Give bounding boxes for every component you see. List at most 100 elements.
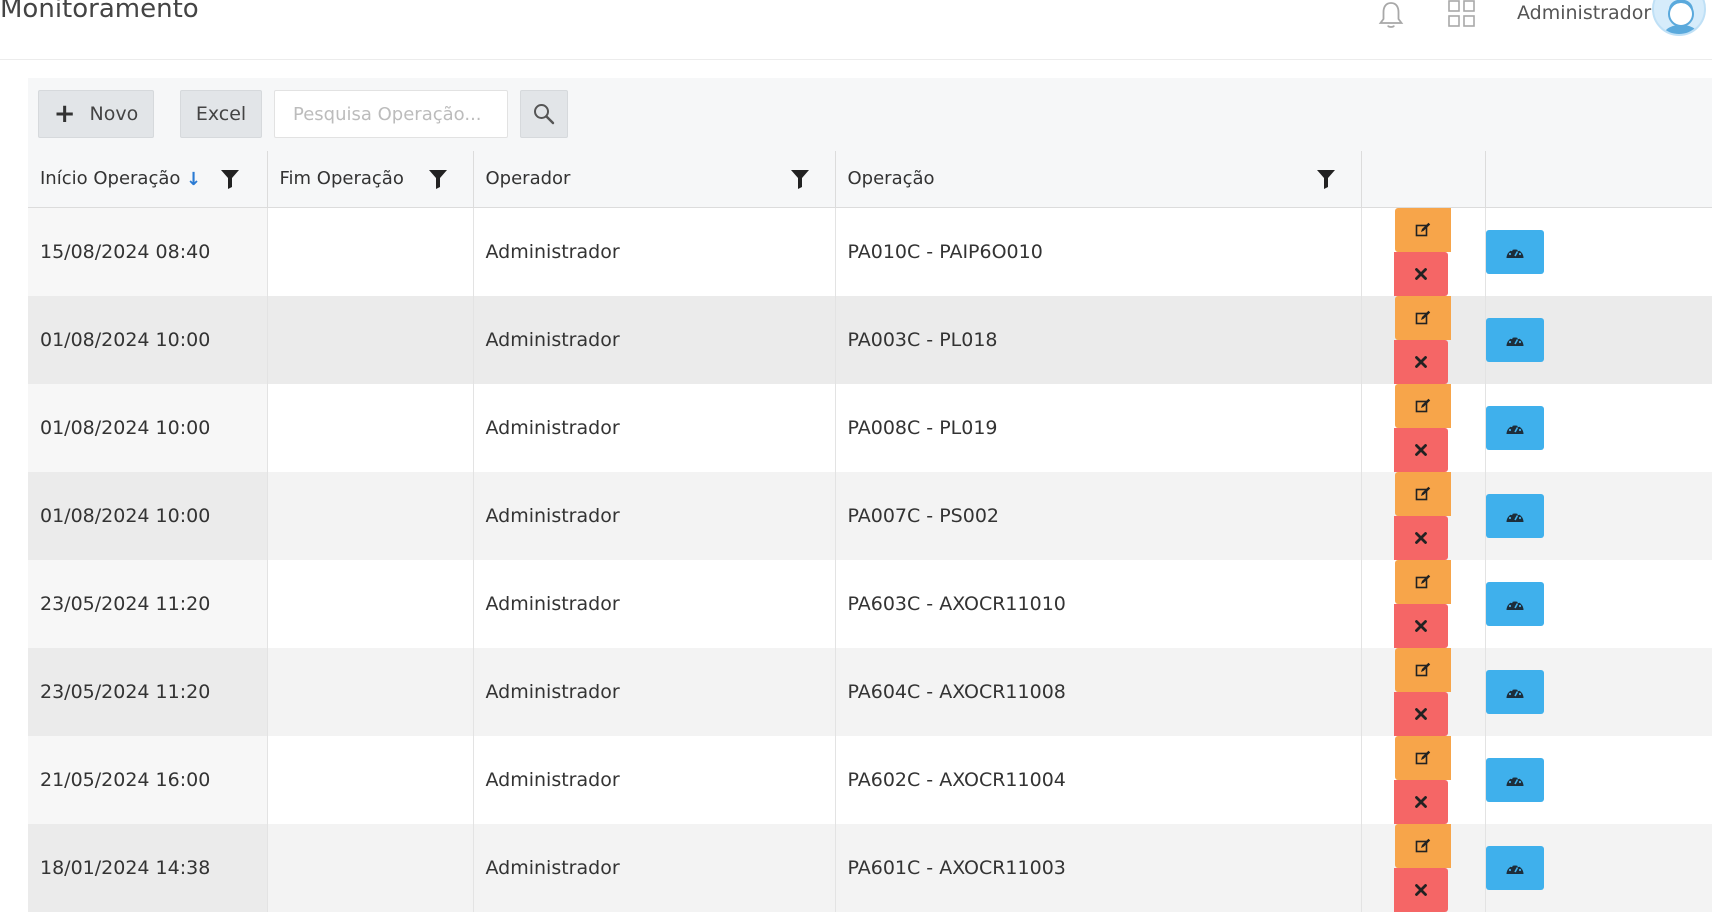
close-icon [1415,355,1427,368]
table-row[interactable]: 01/08/2024 10:00 Administrador PA007C - … [28,471,1712,560]
dashboard-button[interactable] [1485,669,1544,714]
cell-actions [1361,295,1486,384]
close-icon [1415,707,1427,720]
close-icon [1415,267,1427,280]
dashboard-button[interactable] [1485,405,1544,450]
table-row[interactable]: 01/08/2024 10:00 Administrador PA003C - … [28,295,1712,384]
cell-inicio: 18/01/2024 14:38 [28,823,268,912]
filter-icon[interactable] [790,168,810,190]
cell-dashboard [1485,735,1712,824]
cell-fim [267,471,474,560]
bell-icon [1378,2,1404,28]
column-header-operacao[interactable]: Operação [835,151,1362,208]
excel-button[interactable]: Excel [180,90,262,138]
table-row[interactable]: 21/05/2024 16:00 Administrador PA602C - … [28,735,1712,824]
filter-icon[interactable] [1316,168,1336,190]
edit-button[interactable] [1395,471,1451,516]
table-row[interactable]: 23/05/2024 11:20 Administrador PA603C - … [28,559,1712,648]
dashboard-button[interactable] [1485,317,1544,362]
cell-fim [267,823,474,912]
dashboard-icon [1506,422,1524,434]
edit-button[interactable] [1395,295,1451,340]
cell-dashboard [1485,471,1712,560]
table-row[interactable]: 15/08/2024 08:40 Administrador PA010C - … [28,207,1712,296]
dashboard-icon [1506,510,1524,522]
delete-button[interactable] [1394,515,1448,560]
top-bar: Monitoramento Administrador [0,0,1712,60]
close-icon [1415,443,1427,456]
cell-operacao: PA010C - PAIP6O010 [835,207,1362,296]
cell-actions [1361,207,1486,296]
delete-button[interactable] [1394,251,1448,296]
cell-operacao: PA601C - AXOCR11003 [835,823,1362,912]
column-header-inicio[interactable]: Início Operação ↓ [28,151,268,208]
dashboard-button[interactable] [1485,229,1544,274]
search-input[interactable] [274,90,508,138]
delete-button[interactable] [1394,691,1448,736]
grid-icon [1448,0,1475,27]
cell-fim [267,207,474,296]
delete-button[interactable] [1394,339,1448,384]
cell-actions [1361,823,1486,912]
cell-dashboard [1485,207,1712,296]
dashboard-icon [1506,334,1524,346]
dashboard-button[interactable] [1485,493,1544,538]
column-header-operador[interactable]: Operador [473,151,836,208]
cell-dashboard [1485,295,1712,384]
close-icon [1415,883,1427,896]
table-row[interactable]: 23/05/2024 11:20 Administrador PA604C - … [28,647,1712,736]
cell-fim [267,383,474,472]
close-icon [1415,619,1427,632]
edit-button[interactable] [1395,207,1451,252]
delete-button[interactable] [1394,427,1448,472]
cell-operacao: PA007C - PS002 [835,471,1362,560]
monitoring-panel: + Novo Excel Início Operação [28,78,1712,912]
table-body: 15/08/2024 08:40 Administrador PA010C - … [28,207,1712,912]
edit-icon [1415,398,1431,412]
cell-inicio: 01/08/2024 10:00 [28,471,268,560]
filter-icon[interactable] [428,168,448,190]
apps-button[interactable] [1448,0,1476,28]
column-header-fim[interactable]: Fim Operação [267,151,474,208]
column-header-label: Fim Operação [279,168,404,190]
dashboard-button[interactable] [1485,757,1544,802]
dashboard-button[interactable] [1485,581,1544,626]
edit-button[interactable] [1395,559,1451,604]
delete-button[interactable] [1394,867,1448,912]
edit-button[interactable] [1395,383,1451,428]
edit-button[interactable] [1395,735,1451,780]
delete-button[interactable] [1394,603,1448,648]
cell-operador: Administrador [473,559,836,648]
user-name[interactable]: Administrador [1517,2,1651,24]
cell-fim [267,735,474,824]
page-title: Monitoramento [0,0,199,24]
excel-button-label: Excel [195,103,247,125]
sort-descending-icon[interactable]: ↓ [186,169,201,190]
notification-button[interactable] [1377,0,1405,30]
cell-operacao: PA003C - PL018 [835,295,1362,384]
cell-inicio: 23/05/2024 11:20 [28,647,268,736]
table-row[interactable]: 01/08/2024 10:00 Administrador PA008C - … [28,383,1712,472]
table-row[interactable]: 18/01/2024 14:38 Administrador PA601C - … [28,823,1712,912]
avatar[interactable] [1652,0,1706,36]
new-button[interactable]: + Novo [38,90,154,138]
cell-dashboard [1485,383,1712,472]
edit-button[interactable] [1395,823,1451,868]
column-header-label: Operador [485,168,571,190]
dashboard-button[interactable] [1485,845,1544,890]
edit-button[interactable] [1395,647,1451,692]
operations-table: Início Operação ↓ Fim Operação Operador [28,151,1712,912]
cell-dashboard [1485,823,1712,912]
search-button[interactable] [520,90,568,138]
delete-button[interactable] [1394,779,1448,824]
cell-operador: Administrador [473,471,836,560]
dashboard-icon [1506,598,1524,610]
table-header-row: Início Operação ↓ Fim Operação Operador [28,151,1712,208]
filter-icon[interactable] [220,168,240,190]
cell-operacao: PA008C - PL019 [835,383,1362,472]
close-icon [1415,531,1427,544]
user-avatar-icon [1663,0,1699,34]
cell-operador: Administrador [473,735,836,824]
cell-actions [1361,735,1486,824]
cell-dashboard [1485,559,1712,648]
